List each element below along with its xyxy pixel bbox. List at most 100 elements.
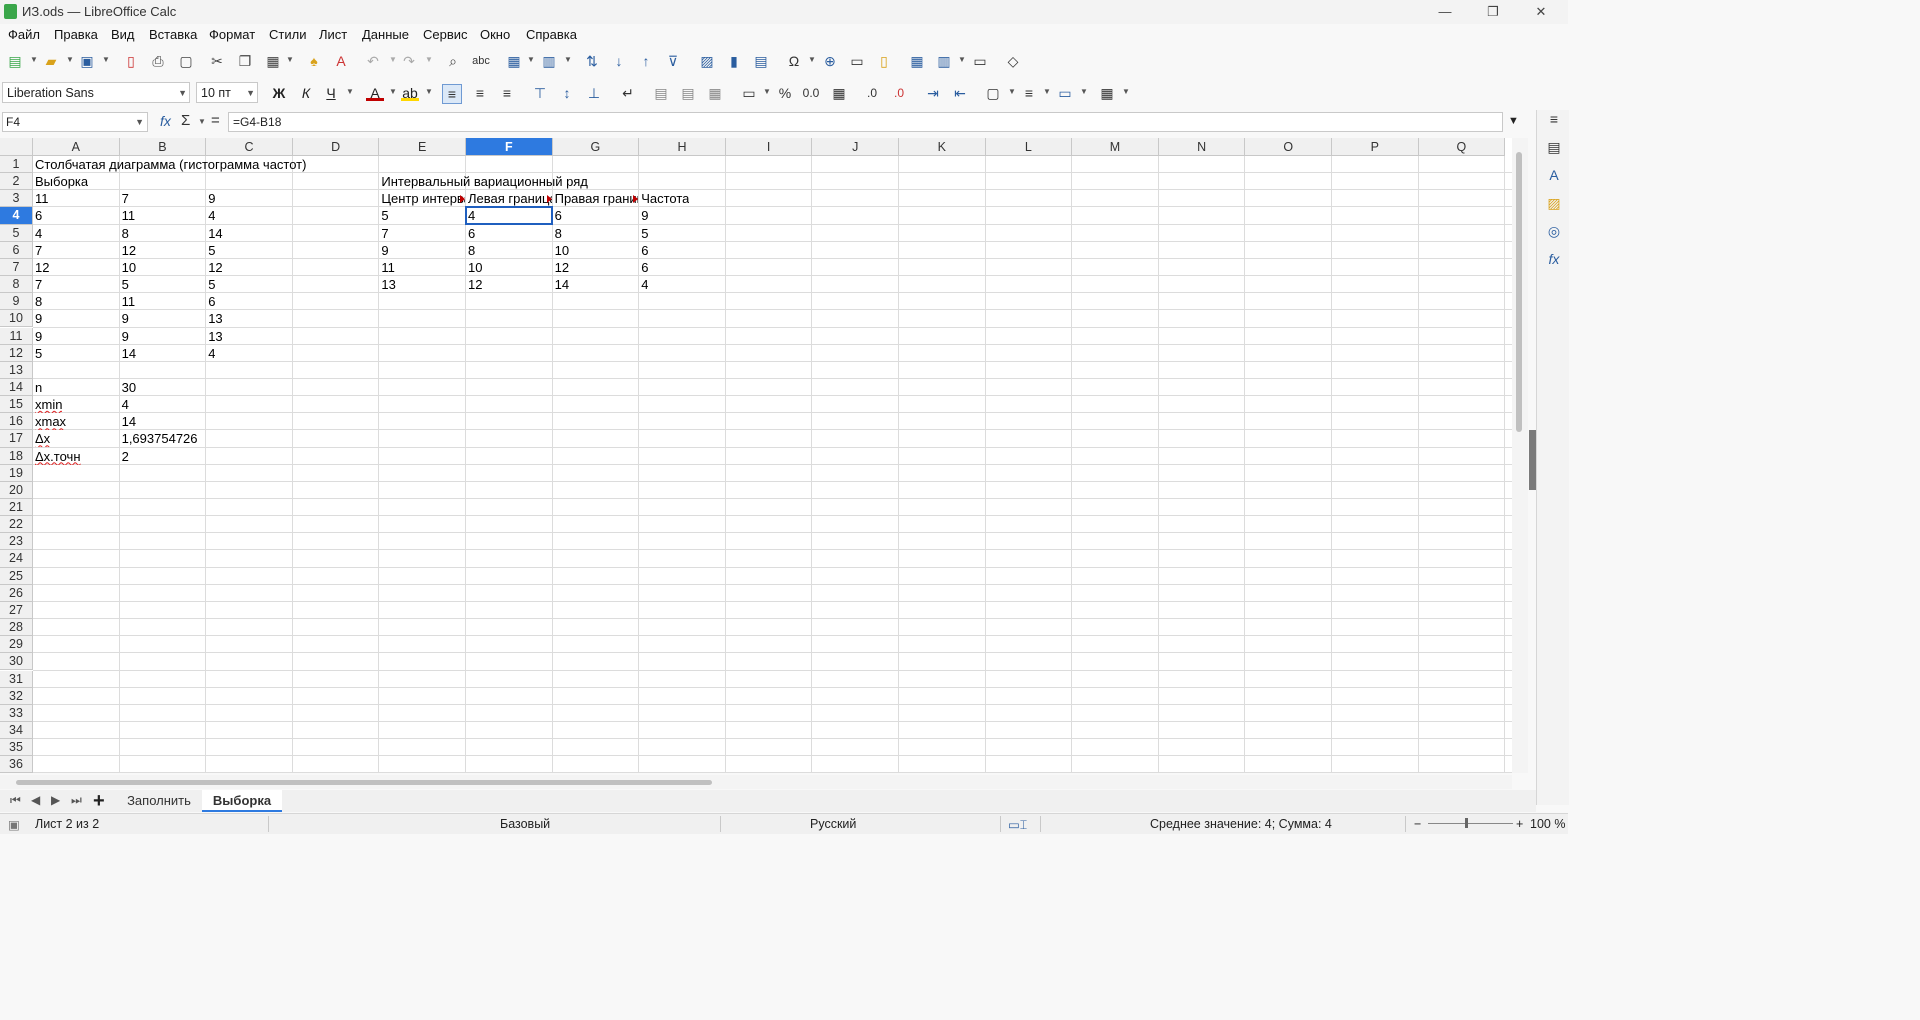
cell-c9[interactable]: 6 [206,293,215,310]
row-header-20[interactable]: 20 [0,481,33,499]
row-header-11[interactable]: 11 [0,327,33,345]
cell-h3[interactable]: Частота [639,190,689,207]
menu-insert[interactable]: Вставка [149,27,197,42]
cell-g6[interactable]: 10 [553,242,569,259]
font-color-dropdown-icon[interactable]: ▼ [389,87,397,96]
row-icon[interactable]: ▦ [505,52,523,70]
column-icon[interactable]: ▥ [540,52,558,70]
date-format-icon[interactable]: ▦ [830,84,848,102]
cell-a15[interactable]: xmin [33,396,62,413]
name-box[interactable]: F4 ▼ [2,112,148,132]
row-header-21[interactable]: 21 [0,499,33,517]
sidebar-menu-icon[interactable]: ≡ [1545,110,1563,128]
insert-image-icon[interactable]: ▨ [698,52,716,70]
special-character-dropdown-icon[interactable]: ▼ [808,55,816,64]
vertical-scroll-thumb[interactable] [1516,152,1522,432]
row-header-16[interactable]: 16 [0,413,33,431]
page-style[interactable]: Базовый [500,817,550,831]
column-header-o[interactable]: O [1245,138,1332,156]
cell-h4[interactable]: 9 [639,207,648,224]
column-header-e[interactable]: E [379,138,466,156]
cell-f8[interactable]: 12 [466,276,482,293]
cell-e2[interactable]: Интервальный вариационный ряд [379,173,587,190]
row-header-1[interactable]: 1 [0,156,33,174]
cell-a18[interactable]: Δx.точн [33,448,81,465]
first-sheet-icon[interactable]: ⏮ [10,793,21,808]
menu-tools[interactable]: Сервис [423,27,468,42]
cell-b10[interactable]: 9 [120,310,129,327]
row-header-26[interactable]: 26 [0,584,33,602]
function-wizard-icon[interactable]: fx [160,113,171,129]
currency-format-icon[interactable]: ▭ [740,84,758,102]
cell-e8[interactable]: 13 [379,276,395,293]
cell-b9[interactable]: 11 [120,293,136,310]
row-header-27[interactable]: 27 [0,601,33,620]
cell-b15[interactable]: 4 [120,396,129,413]
column-header-i[interactable]: I [725,138,813,156]
vertical-scrollbar[interactable] [1512,138,1528,773]
horizontal-scroll-thumb[interactable] [16,780,712,785]
cell-b7[interactable]: 10 [120,259,136,276]
header-footer-icon[interactable]: ▯ [875,52,893,70]
cell-b8[interactable]: 5 [120,276,129,293]
select-all-corner[interactable] [0,138,33,156]
open-dropdown-icon[interactable]: ▼ [66,55,74,64]
row-header-5[interactable]: 5 [0,224,33,242]
row-header-33[interactable]: 33 [0,704,33,722]
copy-icon[interactable]: ❐ [236,52,254,70]
row-header-23[interactable]: 23 [0,533,33,551]
cell-a17[interactable]: Δx [33,430,50,447]
row-header-36[interactable]: 36 [0,756,33,773]
cell-a4[interactable]: 6 [33,207,42,224]
cell-a1[interactable]: Столбчатая диаграмма (гистограмма частот… [33,156,306,173]
menu-data[interactable]: Данные [362,27,409,42]
save-icon[interactable]: ▣ [78,52,96,70]
undo-icon[interactable]: ↶ [364,52,382,70]
underline-dropdown-icon[interactable]: ▼ [346,87,354,96]
merge-center-icon[interactable]: ▤ [652,84,670,102]
redo-dropdown-icon[interactable]: ▼ [425,55,433,64]
cell-a2[interactable]: Выборка [33,173,88,190]
cell-e6[interactable]: 9 [379,242,388,259]
row-header-2[interactable]: 2 [0,173,33,191]
row-header-29[interactable]: 29 [0,636,33,654]
cell-b17[interactable]: 1,693754726 [120,430,198,447]
column-header-b[interactable]: B [119,138,207,156]
row-header-22[interactable]: 22 [0,516,33,534]
styles-icon[interactable]: A [1545,166,1563,184]
menu-help[interactable]: Справка [526,27,577,42]
percent-format-icon[interactable]: % [776,84,794,102]
cell-c11[interactable]: 13 [206,328,222,345]
currency-dropdown-icon[interactable]: ▼ [763,87,771,96]
cell-a16[interactable]: xmax [33,413,66,430]
row-header-34[interactable]: 34 [0,721,33,740]
next-sheet-icon[interactable]: ▶ [51,793,60,807]
column-header-g[interactable]: G [552,138,640,156]
cell-g3[interactable]: Правая граница [553,190,639,207]
cell-h5[interactable]: 5 [639,225,648,242]
define-print-area-icon[interactable]: ▦ [908,52,926,70]
close-button[interactable]: ✕ [1518,2,1564,22]
cell-g7[interactable]: 12 [553,259,569,276]
cell-a14[interactable]: n [33,379,42,396]
cell-c5[interactable]: 14 [206,225,222,242]
row-dropdown-icon[interactable]: ▼ [527,55,535,64]
tab-zapolnit[interactable]: Заполнить [118,790,200,812]
wrap-text-icon[interactable]: ↵ [619,84,637,102]
cell-a7[interactable]: 12 [33,259,49,276]
border-style-icon[interactable]: ≡ [1020,84,1038,102]
cell-h6[interactable]: 6 [639,242,648,259]
redo-icon[interactable]: ↷ [400,52,418,70]
cell-f6[interactable]: 8 [466,242,475,259]
comment-icon[interactable]: ▭ [848,52,866,70]
row-header-8[interactable]: 8 [0,276,33,294]
expand-formula-bar-icon[interactable]: ▼ [1508,115,1519,127]
add-sheet-button[interactable]: + [93,790,105,813]
cell-h8[interactable]: 4 [639,276,648,293]
column-header-j[interactable]: J [812,138,899,156]
cell-b18[interactable]: 2 [120,448,129,465]
row-header-31[interactable]: 31 [0,670,33,688]
column-header-m[interactable]: M [1072,138,1159,156]
cell-e5[interactable]: 7 [379,225,388,242]
row-header-25[interactable]: 25 [0,567,33,585]
